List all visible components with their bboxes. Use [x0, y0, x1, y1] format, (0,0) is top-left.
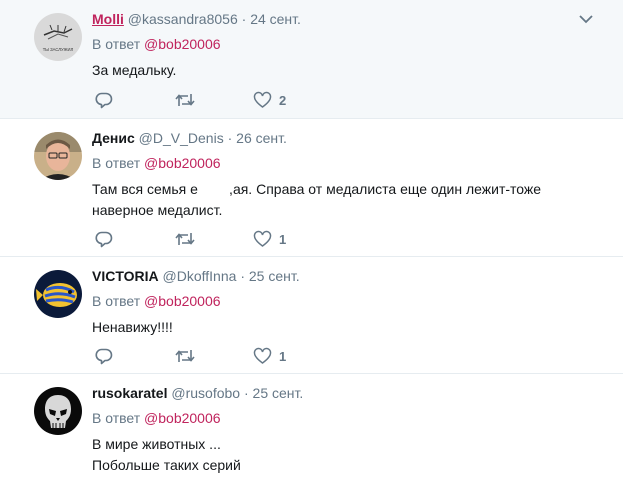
tweet-date[interactable]: 25 сент.: [249, 268, 300, 284]
mention-link[interactable]: @bob20006: [144, 155, 221, 171]
user-handle[interactable]: @rusofobo: [171, 385, 240, 401]
separator-dot: ·: [227, 130, 233, 146]
separator-dot: ·: [241, 11, 247, 27]
tweet-text-line: За медальку.: [92, 62, 177, 78]
tweet-text: Ненавижу!!!!: [92, 317, 562, 338]
reply-context: В ответ @bob20006: [92, 293, 221, 309]
mention-link[interactable]: @bob20006: [144, 293, 221, 309]
display-name[interactable]: Денис: [92, 130, 135, 146]
retweet-button[interactable]: [174, 229, 196, 249]
separator-dot: ·: [243, 385, 249, 401]
reply-prefix: В ответ: [92, 293, 141, 309]
like-button[interactable]: 1: [253, 346, 286, 366]
like-count: 2: [279, 92, 287, 108]
chevron-down-icon[interactable]: [579, 14, 593, 24]
user-handle[interactable]: @DkoffInna: [163, 268, 237, 284]
reply-button[interactable]: [95, 346, 113, 366]
tweet-header: Денис @D_V_Denis · 26 сент.: [92, 130, 287, 146]
tweet[interactable]: ТЫ ЗАСЛУЖИЛ Molli @kassandra8056 · 24 се…: [0, 0, 623, 119]
retweet-button[interactable]: [174, 346, 196, 366]
tweet-text-line: В мире животных ...: [92, 436, 221, 452]
heart-icon: [253, 91, 272, 108]
display-name[interactable]: rusokaratel: [92, 385, 167, 401]
mention-link[interactable]: @bob20006: [144, 36, 221, 52]
like-count: 1: [279, 348, 287, 364]
tweet-text: За медальку.: [92, 60, 562, 81]
tweet[interactable]: VICTORIA @DkoffInna · 25 сент. В ответ @…: [0, 257, 623, 374]
avatar-caption: ТЫ ЗАСЛУЖИЛ: [43, 47, 74, 52]
reply-prefix: В ответ: [92, 36, 141, 52]
retweet-button[interactable]: [174, 90, 196, 110]
heart-icon: [253, 230, 272, 247]
tweet-date[interactable]: 26 сент.: [236, 130, 287, 146]
retweet-icon: [175, 350, 195, 362]
avatar[interactable]: [34, 132, 82, 180]
tweet-header: rusokaratel @rusofobo · 25 сент.: [92, 385, 303, 401]
tweet[interactable]: Денис @D_V_Denis · 26 сент. В ответ @bob…: [0, 119, 623, 257]
reply-icon: [95, 231, 113, 248]
separator-dot: ·: [240, 268, 245, 284]
reply-icon: [95, 92, 113, 109]
reply-icon: [95, 348, 113, 365]
tweet-text: Там вся семья е ,ая. Справа от медалиста…: [92, 179, 562, 221]
tweet-text-line: наверное медалист.: [92, 202, 223, 218]
tweet-text-line: Побольше таких серий: [92, 457, 241, 473]
avatar[interactable]: [34, 270, 82, 318]
tweet-text: В мире животных ... Побольше таких серий: [92, 434, 562, 476]
reply-prefix: В ответ: [92, 155, 141, 171]
retweet-icon: [175, 94, 195, 106]
tweet-text-line: Ненавижу!!!!: [92, 319, 173, 335]
heart-icon: [253, 347, 272, 364]
reply-context: В ответ @bob20006: [92, 410, 221, 426]
mention-link[interactable]: @bob20006: [144, 410, 221, 426]
display-name[interactable]: Molli: [92, 11, 124, 27]
like-count: 1: [279, 231, 287, 247]
like-button[interactable]: 1: [253, 229, 286, 249]
reply-button[interactable]: [95, 90, 113, 110]
reply-context: В ответ @bob20006: [92, 155, 221, 171]
like-button[interactable]: 2: [253, 90, 286, 110]
tweet[interactable]: rusokaratel @rusofobo · 25 сент. В ответ…: [0, 374, 623, 485]
reply-prefix: В ответ: [92, 410, 141, 426]
user-handle[interactable]: @kassandra8056: [128, 11, 238, 27]
tweet-header: Molli @kassandra8056 · 24 сент.: [92, 11, 301, 27]
reply-context: В ответ @bob20006: [92, 36, 221, 52]
tweet-date[interactable]: 25 сент.: [253, 385, 304, 401]
tweet-text-line: Там вся семья е ,ая. Справа от медалиста…: [92, 181, 542, 197]
avatar[interactable]: [34, 387, 82, 435]
tweet-date[interactable]: 24 сент.: [250, 11, 301, 27]
reply-button[interactable]: [95, 229, 113, 249]
display-name[interactable]: VICTORIA: [92, 268, 159, 284]
user-handle[interactable]: @D_V_Denis: [139, 130, 224, 146]
avatar[interactable]: ТЫ ЗАСЛУЖИЛ: [34, 13, 82, 61]
retweet-icon: [175, 233, 195, 245]
tweet-header: VICTORIA @DkoffInna · 25 сент.: [92, 268, 300, 284]
replies-feed: ТЫ ЗАСЛУЖИЛ Molli @kassandra8056 · 24 се…: [0, 0, 623, 485]
